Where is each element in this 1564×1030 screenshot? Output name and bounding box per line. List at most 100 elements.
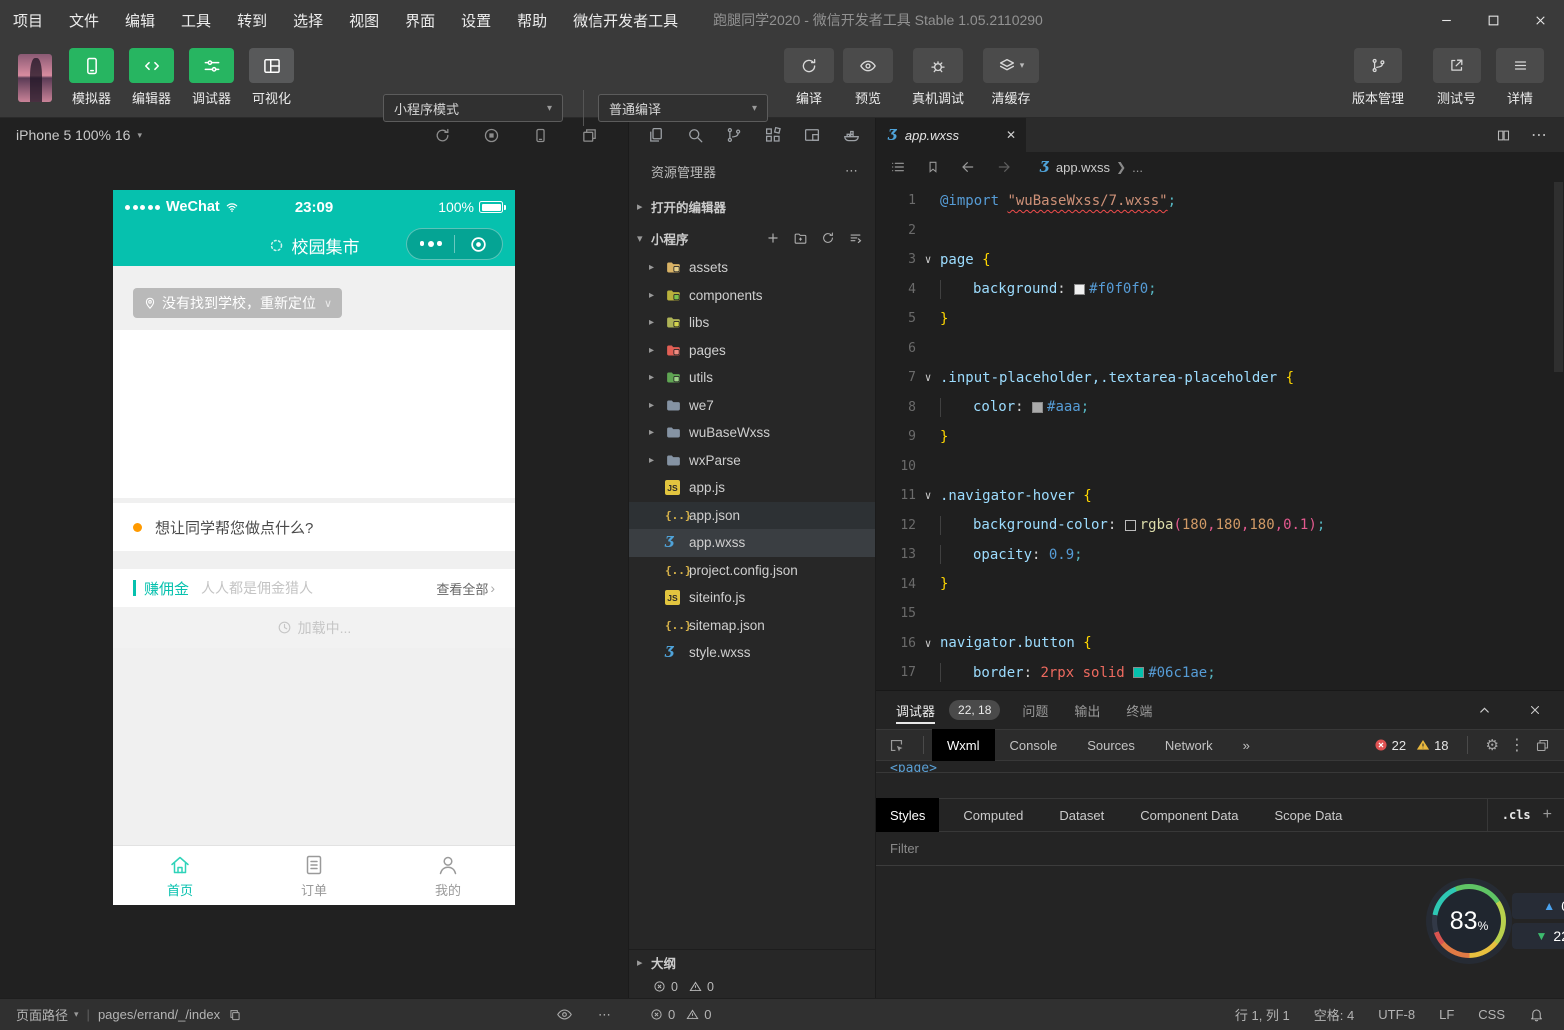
tree-item-sitemap-json[interactable]: {..}sitemap.json: [629, 612, 875, 640]
status-item-4[interactable]: CSS: [1478, 1007, 1505, 1022]
styles-tab-computed[interactable]: Computed: [949, 798, 1037, 832]
console-warnings[interactable]: 18: [1416, 738, 1448, 753]
reload-icon[interactable]: [434, 127, 451, 144]
bookmark-icon[interactable]: [926, 160, 940, 174]
tree-item-we7[interactable]: ▸we7: [629, 392, 875, 420]
refresh-icon[interactable]: [821, 231, 835, 246]
search-icon[interactable]: [686, 126, 704, 144]
maximize-button[interactable]: [1470, 0, 1517, 40]
back-icon[interactable]: [960, 159, 976, 175]
action-button-bug[interactable]: 真机调试: [900, 48, 976, 107]
action-button-eye[interactable]: 预览: [841, 48, 895, 107]
devtools-tab-sources[interactable]: Sources: [1072, 729, 1150, 761]
panel-button-phone[interactable]: 模拟器: [66, 48, 117, 107]
split-editor-icon[interactable]: [1496, 128, 1511, 143]
debugger-tab-3[interactable]: 终端: [1126, 691, 1152, 729]
tree-item-wuBaseWxss[interactable]: ▸wuBaseWxss: [629, 419, 875, 447]
device-select[interactable]: iPhone 5 100% 16 ▾: [16, 127, 142, 143]
menu-item-0[interactable]: 项目: [0, 0, 56, 40]
location-pill[interactable]: 没有找到学校，重新定位 ∨: [133, 288, 342, 318]
tree-item-components[interactable]: ▸components: [629, 282, 875, 310]
phone-tab-mine[interactable]: 我的: [381, 846, 515, 905]
close-panel-icon[interactable]: [1528, 703, 1542, 718]
menu-item-4[interactable]: 转到: [224, 0, 280, 40]
fold-chevron-icon[interactable]: ∨: [916, 489, 940, 502]
menu-item-8[interactable]: 设置: [448, 0, 504, 40]
eye-icon[interactable]: [556, 1006, 573, 1023]
kebab-menu-icon[interactable]: ⋮: [1509, 735, 1525, 755]
multi-window-icon[interactable]: [581, 127, 598, 144]
status-item-2[interactable]: UTF-8: [1378, 1007, 1415, 1022]
status-item-0[interactable]: 行 1, 列 1: [1235, 1005, 1290, 1024]
outline-list-icon[interactable]: [890, 159, 906, 175]
prompt-row[interactable]: 想让同学帮您做点什么?: [113, 503, 515, 551]
toolbar-button-branch[interactable]: 版本管理: [1341, 48, 1415, 107]
collapse-all-icon[interactable]: [848, 231, 863, 246]
tree-item-pages[interactable]: ▸pages: [629, 337, 875, 365]
menu-item-5[interactable]: 选择: [280, 0, 336, 40]
styles-tab-component-data[interactable]: Component Data: [1126, 798, 1252, 832]
menu-item-10[interactable]: 微信开发者工具: [560, 0, 691, 40]
toolbar-button-external[interactable]: 测试号: [1427, 48, 1486, 107]
breadcrumb-more[interactable]: ...: [1132, 160, 1143, 175]
editor-scrollbar[interactable]: [1554, 182, 1563, 372]
tree-item-project-config-json[interactable]: {..}project.config.json: [629, 557, 875, 585]
action-button-layers[interactable]: ▾清缓存: [981, 48, 1041, 107]
more-actions-icon[interactable]: ⋯: [845, 163, 859, 179]
tree-item-libs[interactable]: ▸libs: [629, 309, 875, 337]
forward-icon[interactable]: [996, 159, 1012, 175]
more-actions-icon[interactable]: ⋯: [1531, 125, 1548, 145]
more-actions-icon[interactable]: ⋯: [598, 1007, 612, 1023]
tree-item-app-js[interactable]: JSapp.js: [629, 474, 875, 502]
extensions-icon[interactable]: [764, 126, 782, 144]
console-errors[interactable]: 22: [1374, 738, 1406, 753]
menu-item-6[interactable]: 视图: [336, 0, 392, 40]
phone-tab-home[interactable]: 首页: [113, 846, 247, 905]
menu-item-1[interactable]: 文件: [56, 0, 112, 40]
inspect-element-icon[interactable]: [888, 737, 905, 754]
devtools-tab-[interactable]: »: [1228, 729, 1265, 761]
settings-gear-icon[interactable]: ⚙: [1486, 736, 1499, 754]
docker-icon[interactable]: [842, 126, 861, 145]
avatar[interactable]: [18, 54, 52, 102]
debugger-tab-1[interactable]: 问题: [1022, 691, 1048, 729]
status-item-1[interactable]: 空格: 4: [1314, 1005, 1354, 1024]
outline-section[interactable]: ▸ 大纲: [629, 949, 875, 975]
styles-tab-styles[interactable]: Styles: [876, 798, 939, 832]
toolbar-button-menu[interactable]: 详情: [1498, 48, 1542, 107]
copy-icon[interactable]: [228, 1008, 242, 1022]
styles-tab-scope-data[interactable]: Scope Data: [1260, 798, 1356, 832]
fold-chevron-icon[interactable]: ∨: [916, 253, 940, 266]
tree-item-wxParse[interactable]: ▸wxParse: [629, 447, 875, 475]
files-icon[interactable]: [647, 126, 665, 144]
open-editors-section[interactable]: ▸ 打开的编辑器: [629, 190, 875, 222]
devtools-tab-console[interactable]: Console: [995, 729, 1073, 761]
add-style-icon[interactable]: +: [1543, 806, 1552, 824]
tree-item-app-wxss[interactable]: Ʒapp.wxss: [629, 529, 875, 557]
close-button[interactable]: [1517, 0, 1564, 40]
source-control-icon[interactable]: [725, 126, 743, 144]
menu-item-7[interactable]: 界面: [392, 0, 448, 40]
view-all-link[interactable]: 查看全部 ›: [436, 579, 495, 598]
tree-item-utils[interactable]: ▸utils: [629, 364, 875, 392]
popout-icon[interactable]: [1535, 738, 1550, 753]
breadcrumb-file[interactable]: Ʒ app.wxss: [1040, 160, 1110, 175]
debugger-tab-2[interactable]: 输出: [1074, 691, 1100, 729]
fold-chevron-icon[interactable]: ∨: [916, 371, 940, 384]
collapse-panel-icon[interactable]: [1477, 703, 1492, 718]
page-path-select[interactable]: 页面路径 ▾: [16, 1005, 79, 1024]
menu-item-2[interactable]: 编辑: [112, 0, 168, 40]
new-folder-icon[interactable]: [793, 231, 808, 246]
fold-chevron-icon[interactable]: ∨: [916, 637, 940, 650]
styles-tab-dataset[interactable]: Dataset: [1045, 798, 1118, 832]
devtools-tab-wxml[interactable]: Wxml: [932, 729, 995, 761]
editor-layout-icon[interactable]: [803, 126, 821, 144]
code-editor[interactable]: 1@import "wuBaseWxss/7.wxss";23∨page {4b…: [876, 182, 1564, 689]
tree-item-assets[interactable]: ▸assets: [629, 254, 875, 282]
minimize-button[interactable]: [1423, 0, 1470, 40]
exit-miniprogram-button[interactable]: [455, 235, 502, 254]
project-section[interactable]: ▾ 小程序: [629, 222, 875, 254]
filter-input[interactable]: Filter: [890, 841, 919, 856]
action-button-refresh[interactable]: 编译: [782, 48, 836, 107]
tree-item-style-wxss[interactable]: Ʒstyle.wxss: [629, 639, 875, 667]
